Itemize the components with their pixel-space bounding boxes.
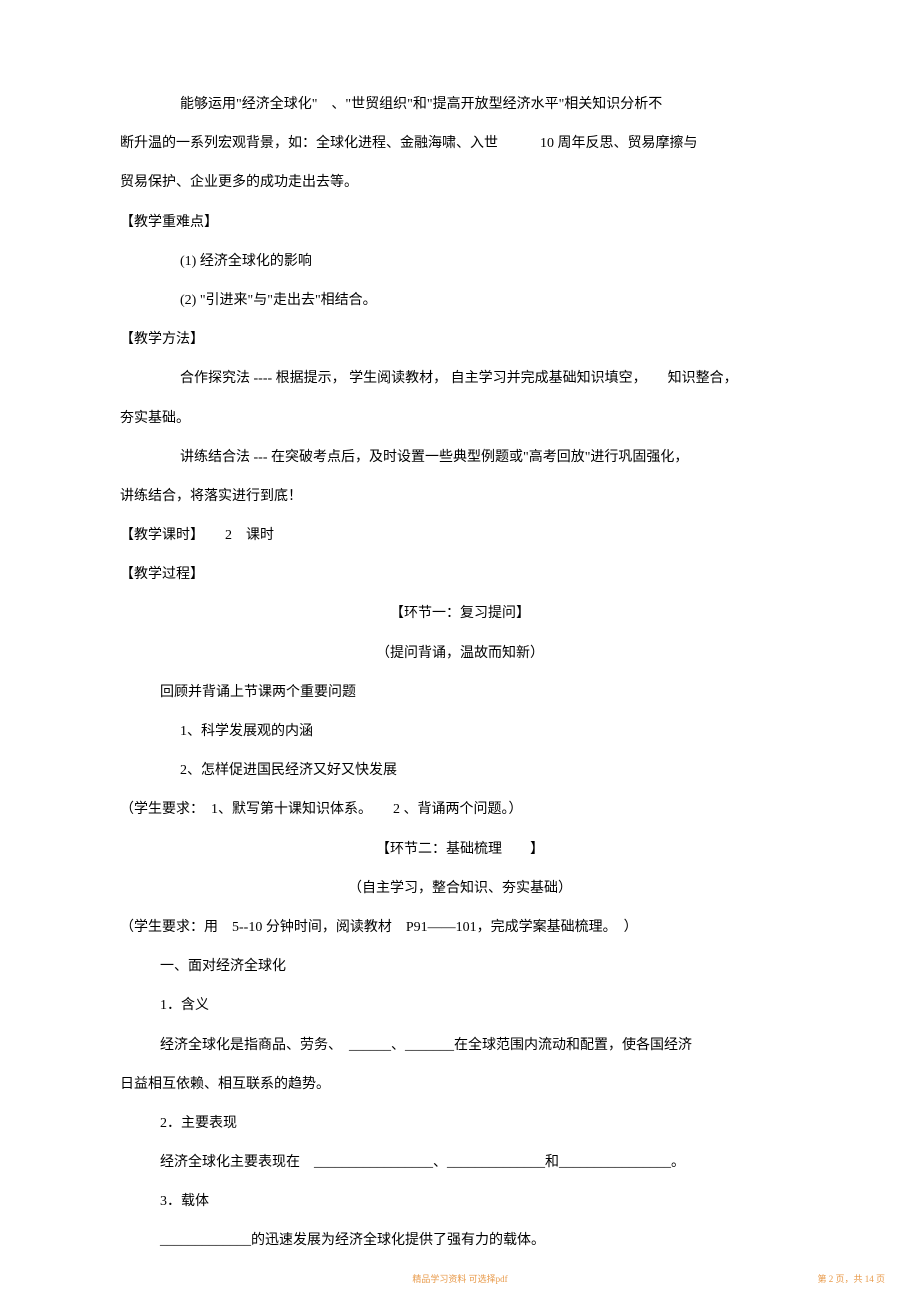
paragraph-text: 讲练结合，将落实进行到底！: [120, 477, 800, 516]
subsection-note: （自主学习，整合知识、夯实基础）: [120, 869, 800, 908]
subsection-heading: 【环节一：复习提问】: [120, 594, 800, 633]
subsection-note: （提问背诵，温故而知新）: [120, 634, 800, 673]
paragraph-text: 能够运用"经济全球化" 、"世贸组织"和"提高开放型经济水平"相关知识分析不: [120, 85, 800, 124]
document-body: 能够运用"经济全球化" 、"世贸组织"和"提高开放型经济水平"相关知识分析不 断…: [0, 0, 920, 1261]
subsection-heading: 【环节二：基础梳理 】: [120, 830, 800, 869]
paragraph-text: 日益相互依赖、相互联系的趋势。: [120, 1065, 800, 1104]
paragraph-text: 断升温的一系列宏观背景，如：全球化进程、金融海啸、入世 10 周年反思、贸易摩擦…: [120, 124, 800, 163]
footer-center-text: 精品学习资料 可选择pdf: [412, 1272, 507, 1285]
outline-item: 1．含义: [120, 986, 800, 1025]
section-heading: 【教学课时】 2 课时: [120, 516, 800, 555]
paragraph-text: _____________的迅速发展为经济全球化提供了强有力的载体。: [120, 1221, 800, 1260]
list-item: (1) 经济全球化的影响: [120, 242, 800, 281]
list-item: 2、怎样促进国民经济又好又快发展: [120, 751, 800, 790]
paragraph-text: （学生要求： 1、默写第十课知识体系。 2 、背诵两个问题。）: [120, 790, 800, 829]
section-heading: 【教学过程】: [120, 555, 800, 594]
paragraph-text: 合作探究法 ---- 根据提示， 学生阅读教材， 自主学习并完成基础知识填空， …: [120, 359, 800, 398]
list-item: 1、科学发展观的内涵: [120, 712, 800, 751]
outline-item: 3．载体: [120, 1182, 800, 1221]
section-heading: 【教学重难点】: [120, 203, 800, 242]
paragraph-text: 夯实基础。: [120, 399, 800, 438]
list-item: (2) "引进来"与"走出去"相结合。: [120, 281, 800, 320]
paragraph-text: 经济全球化是指商品、劳务、 ______、_______在全球范围内流动和配置，…: [120, 1026, 800, 1065]
paragraph-text: 经济全球化主要表现在 _________________、___________…: [120, 1143, 800, 1182]
paragraph-text: 贸易保护、企业更多的成功走出去等。: [120, 163, 800, 202]
outline-item: 2．主要表现: [120, 1104, 800, 1143]
section-heading: 【教学方法】: [120, 320, 800, 359]
paragraph-text: 讲练结合法 --- 在突破考点后，及时设置一些典型例题或"高考回放"进行巩固强化…: [120, 438, 800, 477]
paragraph-text: （学生要求：用 5--10 分钟时间，阅读教材 P91——101，完成学案基础梳…: [120, 908, 800, 947]
outline-item: 一、面对经济全球化: [120, 947, 800, 986]
paragraph-text: 回顾并背诵上节课两个重要问题: [120, 673, 800, 712]
footer-page-number: 第 2 页，共 14 页: [817, 1272, 885, 1285]
